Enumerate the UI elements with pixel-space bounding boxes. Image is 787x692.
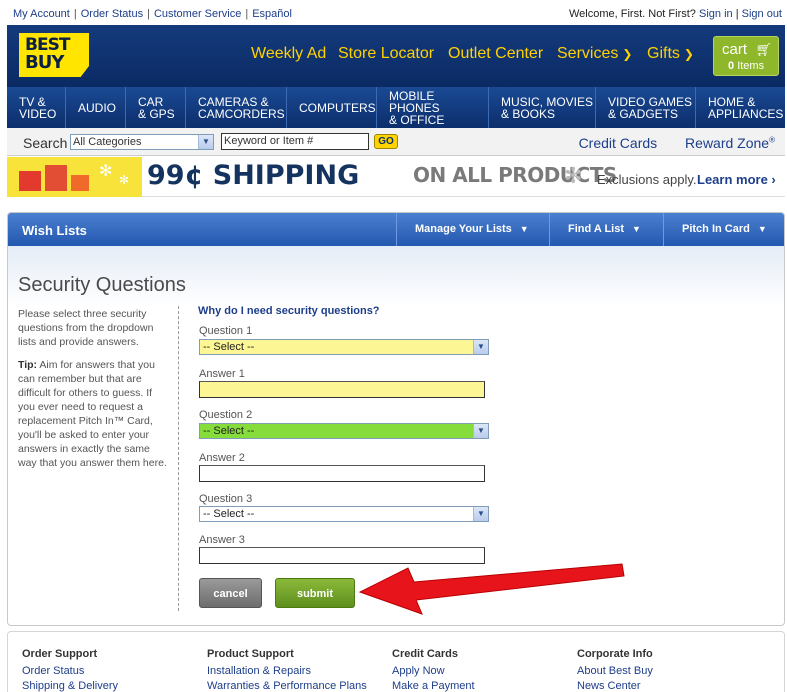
snowflake-icon: ✻ <box>564 163 583 188</box>
answer2-label: Answer 2 <box>199 452 245 464</box>
question2-label: Question 2 <box>199 409 253 421</box>
footer-link[interactable]: Shipping & Delivery <box>22 679 118 692</box>
caret-down-icon: ▼ <box>632 224 641 234</box>
caret-down-icon: ▼ <box>519 224 529 234</box>
tab-pitch-in-card[interactable]: Pitch In Card ▼ <box>663 213 784 246</box>
category-cameras[interactable]: CAMERAS & CAMCORDERS <box>186 87 287 128</box>
question1-select[interactable]: -- Select -- ▼ <box>199 339 489 355</box>
store-locator-link[interactable]: Store Locator <box>338 45 434 63</box>
category-home-appliances[interactable]: HOME & APPLIANCES <box>696 87 785 128</box>
dashed-divider <box>178 306 179 611</box>
go-button[interactable]: GO <box>374 134 398 149</box>
account-links: Credit Cards Reward Zone® <box>567 135 775 151</box>
services-menu[interactable]: Services ❯ <box>557 45 632 63</box>
question1-label: Question 1 <box>199 325 253 337</box>
caret-down-icon: ▼ <box>757 224 767 234</box>
category-video-games[interactable]: VIDEO GAMES & GADGETS <box>596 87 696 128</box>
footer-order-support: Order Support Order Status Shipping & De… <box>22 648 118 692</box>
utility-links: My Account | Order Status | Customer Service… <box>13 8 292 20</box>
question2-select[interactable]: -- Select -- ▼ <box>199 423 489 439</box>
customer-service-link[interactable]: Customer Service <box>154 8 241 20</box>
category-nav: TV & VIDEO AUDIO CAR & GPS CAMERAS & CAMCOR… <box>7 87 785 128</box>
weekly-ad-link[interactable]: Weekly Ad <box>251 45 326 63</box>
chevron-down-icon: ▼ <box>473 340 488 354</box>
footer-link[interactable]: Warranties & Performance Plans <box>207 679 367 692</box>
order-status-link[interactable]: Order Status <box>81 8 143 20</box>
footer-product-support: Product Support Installation & Repairs W… <box>207 648 367 692</box>
panel-header: Wish Lists Manage Your Lists ▼ Find A Lis… <box>8 213 784 246</box>
search-bar: Search All Categories ▼ Keyword or Item … <box>7 128 785 156</box>
answer2-input[interactable] <box>199 465 485 482</box>
category-computers[interactable]: COMPUTERS <box>287 87 377 128</box>
chevron-down-icon: ❯ <box>683 47 694 61</box>
category-car-gps[interactable]: CAR & GPS <box>126 87 186 128</box>
footer-link[interactable]: Apply Now <box>392 664 475 679</box>
search-input[interactable]: Keyword or Item # <box>221 133 369 150</box>
tab-find-a-list[interactable]: Find A List ▼ <box>549 213 663 246</box>
category-mobile-phones[interactable]: MOBILE PHONES & OFFICE <box>377 87 489 128</box>
footer-link[interactable]: Make a Payment <box>392 679 475 692</box>
answer1-label: Answer 1 <box>199 368 245 380</box>
promo-headline: 99¢ SHIPPING <box>147 160 360 191</box>
promo-subline: ON ALL PRODUCTS <box>413 163 617 187</box>
page-title: Security Questions <box>18 274 186 296</box>
chevron-down-icon: ❯ <box>622 47 633 61</box>
cart-button[interactable]: cart 🛒︎ 0 Items <box>713 36 779 76</box>
why-security-questions-link[interactable]: Why do I need security questions? <box>198 305 380 317</box>
chevron-down-icon: ▼ <box>473 424 488 438</box>
learn-more-link[interactable]: Learn more › <box>697 172 776 187</box>
category-select[interactable]: All Categories ▼ <box>70 134 214 150</box>
footer-credit-cards: Credit Cards Apply Now Make a Payment <box>392 648 475 692</box>
best-buy-logo[interactable]: BEST BUY <box>19 33 93 79</box>
footer-link[interactable]: Installation & Repairs <box>207 664 367 679</box>
outlet-center-link[interactable]: Outlet Center <box>448 45 543 63</box>
answer1-input[interactable] <box>199 381 485 398</box>
submit-button[interactable]: submit <box>275 578 355 608</box>
espanol-link[interactable]: Español <box>252 8 292 20</box>
question3-label: Question 3 <box>199 493 253 505</box>
cart-label: cart <box>722 41 748 58</box>
chevron-down-icon: ▼ <box>473 507 488 521</box>
site-header: BEST BUY Weekly Ad Store Locator Outlet … <box>7 25 785 87</box>
chevron-down-icon: ▼ <box>198 135 213 149</box>
gifts-menu[interactable]: Gifts ❯ <box>647 45 694 63</box>
cart-count: 0 Items <box>728 60 765 72</box>
my-account-link[interactable]: My Account <box>13 8 70 20</box>
utility-bar: My Account | Order Status | Customer Service… <box>0 0 787 26</box>
footer-link[interactable]: About Best Buy <box>577 664 653 679</box>
footer-link[interactable]: Order Status <box>22 664 118 679</box>
shipping-promo-banner[interactable]: ✻ ✻ 99¢ SHIPPING ON ALL PRODUCTS ✻ Exclu… <box>7 157 785 197</box>
footer-corporate-info: Corporate Info About Best Buy News Cente… <box>577 648 653 692</box>
search-label: Search <box>23 135 68 151</box>
sign-in-link[interactable]: Sign in <box>699 8 733 20</box>
category-audio[interactable]: AUDIO <box>66 87 126 128</box>
category-music-movies[interactable]: MUSIC, MOVIES & BOOKS <box>489 87 596 128</box>
welcome-area: Welcome, First. Not First? Sign in | Sig… <box>569 8 782 20</box>
cart-icon: 🛒︎ <box>755 42 772 57</box>
site-footer: Order Support Order Status Shipping & De… <box>7 631 785 692</box>
category-tv-video[interactable]: TV & VIDEO <box>7 87 66 128</box>
panel-title: Wish Lists <box>22 223 87 238</box>
sign-out-link[interactable]: Sign out <box>742 8 782 20</box>
red-arrow-icon <box>358 563 625 615</box>
question3-select[interactable]: -- Select -- ▼ <box>199 506 489 522</box>
reward-zone-link[interactable]: Reward Zone® <box>673 135 775 151</box>
answer3-label: Answer 3 <box>199 534 245 546</box>
footer-link[interactable]: News Center <box>577 679 653 692</box>
help-text: Please select three security questions f… <box>18 308 167 469</box>
promo-exclusions: Exclusions apply. <box>597 172 697 187</box>
cancel-button[interactable]: cancel <box>199 578 262 608</box>
gift-graphic: ✻ ✻ <box>7 157 142 197</box>
credit-cards-link[interactable]: Credit Cards <box>579 135 658 151</box>
tab-manage-your-lists[interactable]: Manage Your Lists ▼ <box>396 213 549 246</box>
welcome-text: Welcome, First. Not First? <box>569 8 696 20</box>
